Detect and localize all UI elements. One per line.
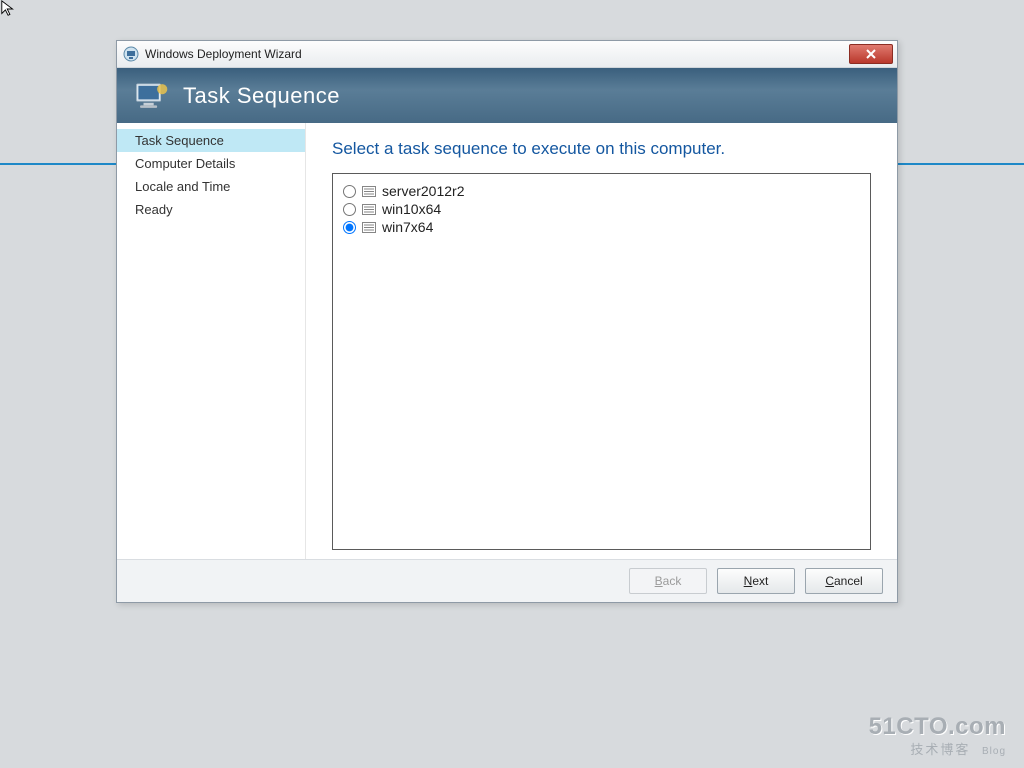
watermark-line1: 51CTO.com — [869, 713, 1006, 741]
sidebar-item-label: Computer Details — [135, 156, 235, 171]
back-button: Back — [629, 568, 707, 594]
wizard-body: Task Sequence Computer Details Locale and … — [117, 123, 897, 560]
task-sequence-icon — [362, 186, 376, 197]
computer-icon — [135, 81, 169, 111]
close-button[interactable] — [849, 44, 893, 64]
task-option-win7x64[interactable]: win7x64 — [343, 218, 860, 236]
wizard-dialog: Windows Deployment Wizard Task Sequence … — [116, 40, 898, 603]
task-option-label: win10x64 — [382, 201, 441, 217]
wizard-header: Task Sequence — [117, 68, 897, 124]
task-sequence-list[interactable]: server2012r2 win10x64 win7x64 — [332, 173, 871, 550]
sidebar-item-label: Locale and Time — [135, 179, 230, 194]
close-icon — [866, 49, 876, 59]
task-option-radio[interactable] — [343, 221, 356, 234]
task-option-radio[interactable] — [343, 203, 356, 216]
task-option-radio[interactable] — [343, 185, 356, 198]
content-pane: Select a task sequence to execute on thi… — [306, 123, 897, 560]
watermark: 51CTO.com 技术博客 Blog — [869, 713, 1006, 758]
sidebar-item-label: Ready — [135, 202, 173, 217]
task-sequence-icon — [362, 204, 376, 215]
wizard-footer: Back Next Cancel — [117, 559, 897, 602]
sidebar-item-label: Task Sequence — [135, 133, 224, 148]
cancel-button[interactable]: Cancel — [805, 568, 883, 594]
titlebar[interactable]: Windows Deployment Wizard — [117, 41, 897, 68]
task-sequence-icon — [362, 222, 376, 233]
next-button[interactable]: Next — [717, 568, 795, 594]
task-option-win10x64[interactable]: win10x64 — [343, 200, 860, 218]
sidebar-item-locale-and-time[interactable]: Locale and Time — [117, 175, 305, 198]
sidebar-item-task-sequence[interactable]: Task Sequence — [117, 129, 305, 152]
cursor-icon — [0, 0, 18, 18]
task-option-label: win7x64 — [382, 219, 433, 235]
sidebar-item-ready[interactable]: Ready — [117, 198, 305, 221]
sidebar: Task Sequence Computer Details Locale and … — [117, 123, 306, 560]
app-icon — [123, 46, 139, 62]
sidebar-item-computer-details[interactable]: Computer Details — [117, 152, 305, 175]
content-heading: Select a task sequence to execute on thi… — [332, 139, 871, 159]
task-option-server2012r2[interactable]: server2012r2 — [343, 182, 860, 200]
header-title: Task Sequence — [183, 83, 340, 109]
window-title: Windows Deployment Wizard — [145, 47, 302, 61]
watermark-line2: 技术博客 Blog — [869, 739, 1006, 758]
task-option-label: server2012r2 — [382, 183, 465, 199]
